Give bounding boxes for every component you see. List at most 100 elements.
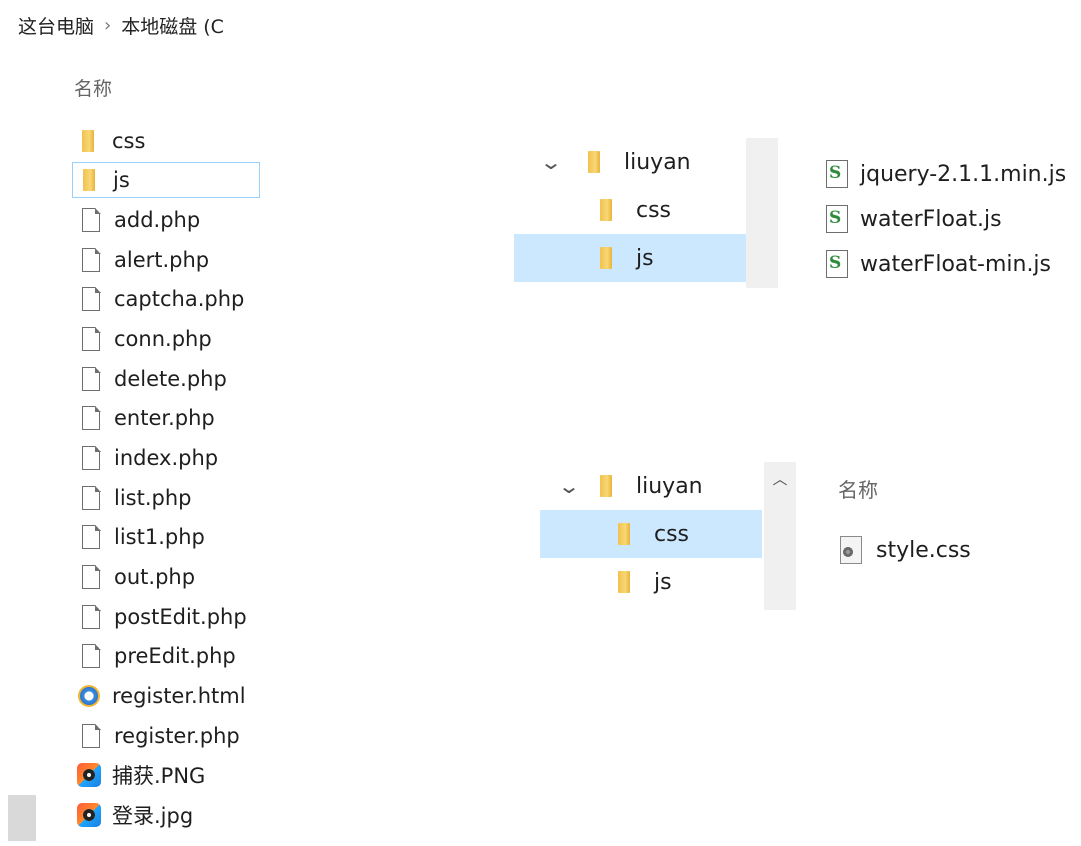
breadcrumb: 这台电脑 › 本地磁盘 (C bbox=[0, 0, 262, 50]
tree-item-label: css bbox=[654, 521, 690, 547]
list-item[interactable]: preEdit.php bbox=[72, 638, 260, 674]
tree-item-js[interactable]: js bbox=[540, 558, 764, 606]
tree-item-label: liuyan bbox=[624, 149, 691, 175]
tree-item-label: liuyan bbox=[636, 473, 703, 499]
file-name: enter.php bbox=[114, 406, 215, 430]
file-name: style.css bbox=[876, 537, 971, 563]
breadcrumb-item-this-pc[interactable]: 这台电脑 bbox=[18, 12, 94, 39]
list-item-css-folder[interactable]: css bbox=[72, 123, 260, 159]
file-name: captcha.php bbox=[114, 287, 245, 311]
list-item-waterfloat-min[interactable]: waterFloat-min.js bbox=[826, 242, 1051, 286]
file-name: index.php bbox=[114, 446, 219, 470]
file-icon bbox=[82, 445, 101, 470]
list-item[interactable]: index.php bbox=[72, 440, 260, 476]
list-item-style-css[interactable]: style.css bbox=[840, 528, 971, 572]
tree-item-css[interactable]: css bbox=[514, 186, 746, 234]
list-item[interactable]: list1.php bbox=[72, 519, 260, 555]
breadcrumb-separator[interactable]: › bbox=[104, 15, 111, 36]
left-scroll-thumb[interactable] bbox=[8, 795, 36, 841]
list-item-js-folder[interactable]: js bbox=[72, 162, 260, 198]
chevron-down-icon[interactable]: ⌄ bbox=[536, 150, 567, 174]
left-file-pane: 这台电脑 › 本地磁盘 (C 名称 css js add.php alert.p… bbox=[0, 0, 262, 846]
file-icon bbox=[82, 723, 101, 748]
tree-item-liuyan[interactable]: ⌄ liuyan bbox=[514, 138, 746, 186]
breadcrumb-item-local-disk[interactable]: 本地磁盘 (C bbox=[121, 12, 224, 39]
js-script-icon bbox=[826, 160, 848, 188]
list-item-waterfloat[interactable]: waterFloat.js bbox=[826, 197, 1002, 241]
nav-tree-bottom: ⌄ liuyan css js bbox=[540, 462, 764, 610]
file-icon bbox=[82, 247, 101, 272]
tree-scrollbar-top[interactable] bbox=[746, 138, 778, 288]
file-list-css: style.css bbox=[840, 526, 1080, 574]
tree-item-label: js bbox=[636, 245, 654, 271]
js-script-icon bbox=[826, 205, 848, 233]
list-item[interactable]: list.php bbox=[72, 480, 260, 516]
internet-explorer-icon bbox=[78, 685, 100, 707]
file-name: jquery-2.1.1.min.js bbox=[860, 161, 1067, 187]
file-icon bbox=[82, 405, 101, 430]
column-header-name[interactable]: 名称 bbox=[838, 474, 878, 503]
nav-tree-top: ⌄ liuyan css js bbox=[514, 138, 746, 288]
folder-icon bbox=[83, 169, 95, 191]
file-name: list.php bbox=[114, 486, 192, 510]
tree-scrollbar-bottom[interactable]: ︿ bbox=[764, 462, 796, 610]
file-icon bbox=[82, 326, 101, 351]
folder-icon bbox=[82, 130, 94, 152]
list-item[interactable]: add.php bbox=[72, 202, 260, 238]
scroll-up-arrow-icon[interactable]: ︿ bbox=[764, 468, 796, 489]
file-name: register.php bbox=[114, 724, 240, 748]
folder-icon bbox=[600, 199, 612, 221]
list-item[interactable]: postEdit.php bbox=[72, 599, 260, 635]
left-scroll-track[interactable] bbox=[0, 58, 36, 846]
column-header-name[interactable]: 名称 bbox=[74, 74, 112, 101]
list-item[interactable]: out.php bbox=[72, 559, 260, 595]
file-icon bbox=[82, 643, 101, 668]
file-icon bbox=[82, 207, 101, 232]
file-name: register.html bbox=[112, 684, 246, 708]
list-item[interactable]: delete.php bbox=[72, 361, 260, 397]
file-name: list1.php bbox=[114, 525, 205, 549]
tree-item-label: css bbox=[636, 197, 672, 223]
file-name: waterFloat-min.js bbox=[860, 251, 1052, 277]
chevron-down-icon[interactable]: ⌄ bbox=[554, 474, 585, 498]
file-list-js: jquery-2.1.1.min.js waterFloat.js waterF… bbox=[826, 148, 1081, 288]
tree-item-css[interactable]: css bbox=[540, 510, 762, 558]
file-name: js bbox=[113, 168, 130, 192]
list-item[interactable]: captcha.php bbox=[72, 281, 260, 317]
file-icon bbox=[82, 485, 101, 510]
list-item[interactable]: register.html bbox=[72, 678, 260, 714]
list-item[interactable]: register.php bbox=[72, 718, 260, 754]
file-name: css bbox=[112, 129, 146, 153]
image-icon bbox=[77, 763, 101, 787]
file-icon bbox=[82, 604, 101, 629]
list-item[interactable]: alert.php bbox=[72, 242, 260, 278]
file-name: conn.php bbox=[114, 327, 212, 351]
css-file-icon bbox=[840, 536, 862, 564]
folder-icon bbox=[588, 151, 600, 173]
file-icon bbox=[82, 524, 101, 549]
file-name: delete.php bbox=[114, 367, 227, 391]
file-icon bbox=[82, 286, 101, 311]
js-script-icon bbox=[826, 250, 848, 278]
file-icon bbox=[82, 564, 101, 589]
file-icon bbox=[82, 366, 101, 391]
file-name: preEdit.php bbox=[114, 644, 236, 668]
folder-icon bbox=[618, 571, 630, 593]
folder-icon bbox=[600, 475, 612, 497]
tree-item-liuyan[interactable]: ⌄ liuyan bbox=[540, 462, 764, 510]
list-item-jquery[interactable]: jquery-2.1.1.min.js bbox=[826, 152, 1066, 196]
file-name: postEdit.php bbox=[114, 605, 247, 629]
image-icon bbox=[77, 803, 101, 827]
file-name: 捕获.PNG bbox=[112, 764, 206, 788]
list-item[interactable]: 登录.jpg bbox=[72, 797, 260, 833]
folder-icon bbox=[600, 247, 612, 269]
tree-item-label: js bbox=[654, 569, 672, 595]
folder-icon bbox=[618, 523, 630, 545]
tree-item-js[interactable]: js bbox=[514, 234, 746, 282]
list-item[interactable]: conn.php bbox=[72, 321, 260, 357]
file-name: alert.php bbox=[114, 248, 210, 272]
file-name: add.php bbox=[114, 208, 201, 232]
list-item[interactable]: enter.php bbox=[72, 400, 260, 436]
file-name: out.php bbox=[114, 565, 196, 589]
list-item[interactable]: 捕获.PNG bbox=[72, 757, 260, 793]
